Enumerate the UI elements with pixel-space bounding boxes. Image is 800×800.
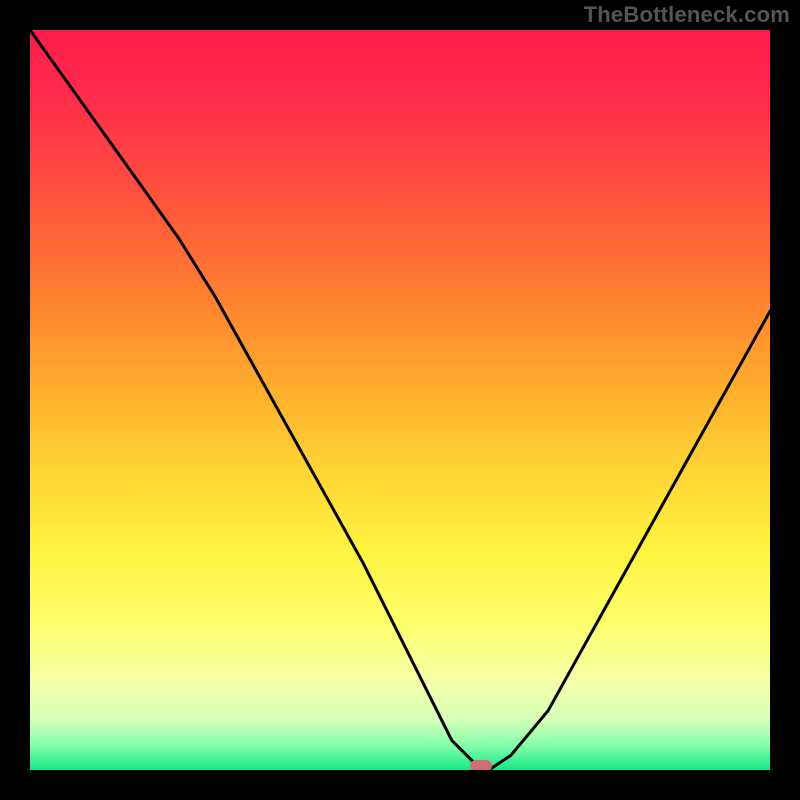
chart-svg (30, 30, 770, 770)
chart-frame: TheBottleneck.com (0, 0, 800, 800)
watermark-text: TheBottleneck.com (584, 2, 790, 28)
plot-area (30, 30, 770, 770)
gradient-background (30, 30, 770, 770)
optimal-point-marker (470, 760, 492, 770)
